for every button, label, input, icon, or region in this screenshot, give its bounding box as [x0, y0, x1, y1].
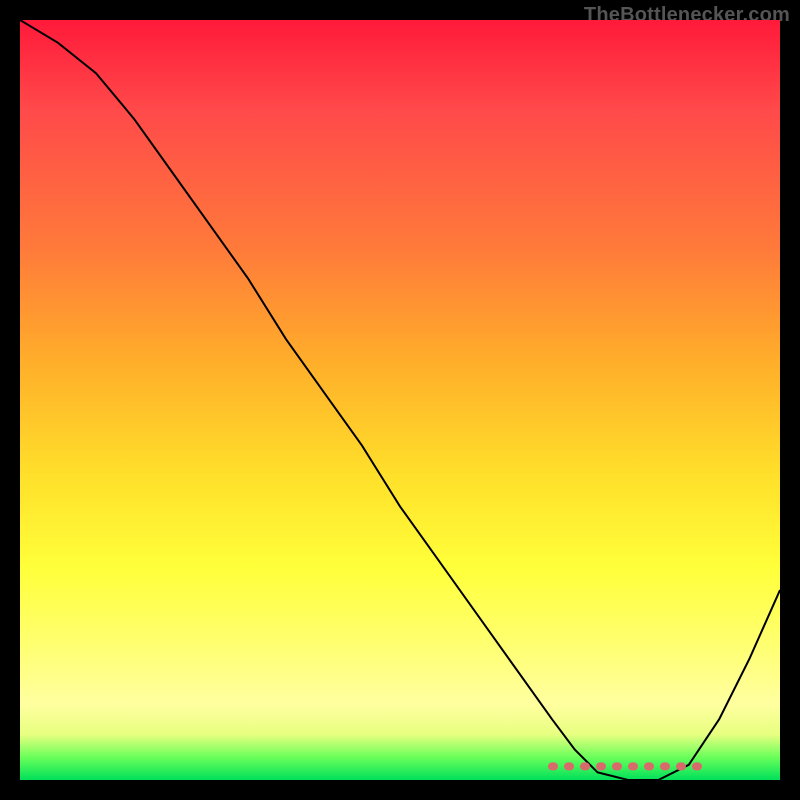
- bottleneck-curve-svg: [20, 20, 780, 780]
- chart-container: TheBottlenecker.com: [0, 0, 800, 800]
- plot-area: [20, 20, 780, 780]
- bottleneck-curve: [20, 20, 780, 780]
